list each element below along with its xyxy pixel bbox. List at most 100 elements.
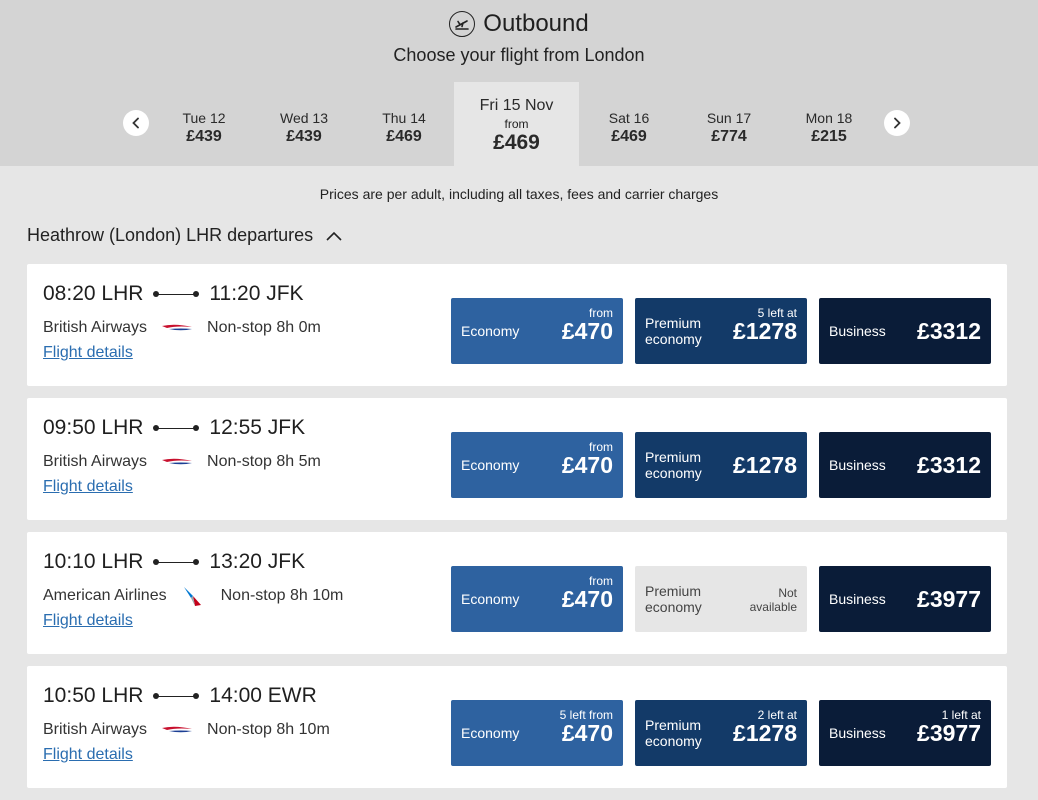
route-line	[153, 423, 200, 433]
fare-price: £470	[561, 586, 613, 612]
departure-time: 10:10 LHR	[43, 550, 144, 573]
departure-time: 09:50 LHR	[43, 416, 144, 439]
business-fare-button[interactable]: Business £3312	[819, 298, 991, 364]
date-tab-thu-14[interactable]: Thu 14 £469	[354, 82, 454, 166]
date-tab-fri-15-selected[interactable]: Fri 15 Nov from £469	[454, 82, 579, 166]
flight-details-link[interactable]: Flight details	[43, 746, 133, 764]
chevron-up-icon	[326, 231, 342, 241]
fare-class-label: Economy	[461, 323, 520, 339]
flight-times: 10:50 LHR 14:00 EWR	[43, 684, 317, 708]
date-from-label: from	[504, 117, 529, 131]
airline-row: British Airways Non-stop 8h 10m	[43, 721, 330, 739]
date-label: Sat 16	[608, 110, 650, 126]
arrival-time: 11:20 JFK	[209, 282, 304, 305]
header-panel: Outbound Choose your flight from London …	[0, 0, 1038, 166]
plane-takeoff-icon	[449, 11, 476, 37]
date-label: Mon 18	[805, 110, 853, 126]
route-line	[153, 557, 200, 567]
economy-fare-button[interactable]: Economy from £470	[451, 298, 623, 364]
flight-duration: Non-stop 8h 5m	[207, 453, 321, 470]
date-tab-mon-18[interactable]: Mon 18 £215	[779, 82, 879, 166]
arrival-time: 14:00 EWR	[209, 684, 317, 707]
fare-class-label: Premium economy	[645, 315, 702, 347]
departures-toggle[interactable]: Heathrow (London) LHR departures	[27, 225, 343, 246]
fare-class-label: Business	[829, 457, 886, 473]
economy-fare-button[interactable]: Economy 5 left from £470	[451, 700, 623, 766]
fare-price: £1278	[733, 720, 797, 746]
date-price: £439	[286, 128, 322, 145]
fare-class-label: Economy	[461, 725, 520, 741]
arrival-time: 12:55 JFK	[209, 416, 306, 439]
flight-card: 08:20 LHR 11:20 JFK British Airways Non-…	[27, 264, 1007, 386]
fare-class-label: Economy	[461, 591, 520, 607]
page-subtitle: Choose your flight from London	[393, 45, 645, 65]
price-notice: Prices are per adult, including all taxe…	[319, 186, 719, 202]
british-airways-logo	[161, 723, 193, 737]
date-price: £469	[611, 128, 647, 145]
date-tab-sat-16[interactable]: Sat 16 £469	[579, 82, 679, 166]
date-price: £215	[811, 128, 847, 145]
date-selector: Tue 12 £439 Wed 13 £439 Thu 14 £469 Fri …	[0, 82, 1038, 166]
date-tab-wed-13[interactable]: Wed 13 £439	[254, 82, 354, 166]
premium-economy-fare-unavailable: Premium economy Not available	[635, 566, 807, 632]
fare-class-label: Business	[829, 323, 886, 339]
route-line	[153, 691, 200, 701]
date-label: Wed 13	[280, 110, 328, 126]
flight-details-link[interactable]: Flight details	[43, 478, 133, 496]
arrival-time: 13:20 JFK	[209, 550, 306, 573]
next-dates-button[interactable]	[884, 110, 910, 136]
not-available-label: Not available	[749, 586, 797, 614]
flight-times: 10:10 LHR 13:20 JFK	[43, 550, 305, 574]
date-label: Thu 14	[382, 110, 426, 126]
fare-price: £470	[561, 318, 613, 344]
flight-card: 10:50 LHR 14:00 EWR British Airways Non-…	[27, 666, 1007, 788]
airline-row: British Airways Non-stop 8h 5m	[43, 453, 321, 471]
flight-duration: Non-stop 8h 0m	[207, 319, 321, 336]
premium-economy-fare-button[interactable]: Premium economy £1278	[635, 432, 807, 498]
airline-name: British Airways	[43, 721, 148, 738]
flight-times: 09:50 LHR 12:55 JFK	[43, 416, 305, 440]
airline-name: British Airways	[43, 453, 148, 470]
fare-price: £470	[561, 452, 613, 478]
british-airways-logo	[161, 321, 193, 335]
previous-dates-button[interactable]	[123, 110, 149, 136]
departure-time: 10:50 LHR	[43, 684, 144, 707]
departures-heading: Heathrow (London) LHR departures	[27, 225, 314, 245]
fare-price: £470	[561, 720, 613, 746]
british-airways-logo	[161, 455, 193, 469]
chevron-left-icon	[132, 117, 139, 129]
fare-class-label: Premium economy	[645, 583, 702, 615]
fare-class-label: Premium economy	[645, 449, 702, 481]
flight-duration: Non-stop 8h 10m	[207, 721, 330, 738]
fare-class-label: Business	[829, 591, 886, 607]
date-label: Sun 17	[706, 110, 752, 126]
fare-class-label: Business	[829, 725, 886, 741]
fare-price: £3977	[917, 586, 981, 612]
premium-economy-fare-button[interactable]: Premium economy 2 left at £1278	[635, 700, 807, 766]
airline-row: British Airways Non-stop 8h 0m	[43, 319, 321, 337]
date-price: £469	[386, 128, 422, 145]
title-row: Outbound	[0, 10, 1038, 38]
fare-price: £3977	[917, 720, 981, 746]
fare-price: £3312	[917, 452, 981, 478]
premium-economy-fare-button[interactable]: Premium economy 5 left at £1278	[635, 298, 807, 364]
business-fare-button[interactable]: Business £3312	[819, 432, 991, 498]
airline-row: American Airlines Non-stop 8h 10m	[43, 587, 343, 606]
airline-name: American Airlines	[43, 587, 167, 604]
date-price: £774	[711, 128, 747, 145]
business-fare-button[interactable]: Business £3977	[819, 566, 991, 632]
date-tab-sun-17[interactable]: Sun 17 £774	[679, 82, 779, 166]
economy-fare-button[interactable]: Economy from £470	[451, 432, 623, 498]
chevron-right-icon	[894, 117, 901, 129]
date-label: Fri 15 Nov	[479, 97, 554, 114]
date-price: £469	[493, 131, 540, 154]
business-fare-button[interactable]: Business 1 left at £3977	[819, 700, 991, 766]
flight-details-link[interactable]: Flight details	[43, 344, 133, 362]
flight-card: 09:50 LHR 12:55 JFK British Airways Non-…	[27, 398, 1007, 520]
flight-times: 08:20 LHR 11:20 JFK	[43, 282, 304, 306]
date-tab-tue-12[interactable]: Tue 12 £439	[154, 82, 254, 166]
economy-fare-button[interactable]: Economy from £470	[451, 566, 623, 632]
page-title: Outbound	[483, 10, 589, 37]
flight-details-link[interactable]: Flight details	[43, 612, 133, 630]
american-airlines-logo	[181, 587, 207, 606]
